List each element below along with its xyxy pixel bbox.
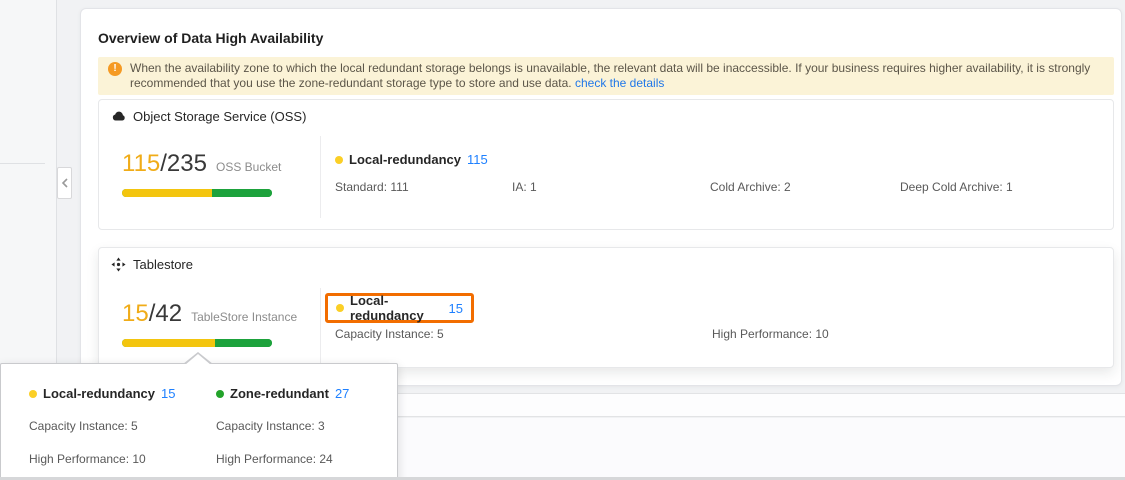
tooltip-local-capacity: Capacity Instance: 5 [29,419,138,433]
tooltip-zone-label: Zone-redundant [230,386,329,401]
sidebar-divider [0,163,45,164]
oss-detail-cold-archive: Cold Archive: 2 [710,180,791,194]
tablestore-nodes-icon [111,257,126,272]
oss-usage-block[interactable]: 115/235 OSS Bucket [122,150,281,197]
tooltip-zone-value: 27 [335,386,349,401]
sidebar-collapse-button[interactable] [57,167,72,199]
tablestore-header: Tablestore [99,248,1113,272]
yellow-dot-icon [336,304,344,312]
tablestore-card: Tablestore 15/42 TableStore Instance Loca… [98,247,1114,368]
tablestore-progress-local-segment [122,339,215,347]
warning-banner: ! When the availability zone to which th… [98,57,1114,95]
tooltip-local-label: Local-redundancy [43,386,155,401]
oss-detail-ia: IA: 1 [512,180,537,194]
oss-count-total: /235 [160,150,207,177]
tooltip-zone-capacity: Capacity Instance: 3 [216,419,325,433]
page-title: Overview of Data High Availability [98,30,323,46]
oss-progress-zone-segment [212,189,272,197]
oss-progress-local-segment [122,189,212,197]
oss-progress-bar[interactable] [122,189,272,197]
tablestore-detail-capacity: Capacity Instance: 5 [335,327,444,341]
oss-card: Object Storage Service (OSS) 115/235 OSS … [98,99,1114,230]
tablestore-redundancy-value: 15 [449,301,463,316]
tablestore-progress-zone-segment [215,339,272,347]
oss-count-current: 115 [122,150,160,177]
oss-local-redundancy: Local-redundancy 115 [335,152,488,167]
cloud-icon [111,109,126,124]
tablestore-usage-block[interactable]: 15/42 TableStore Instance [122,300,297,347]
tablestore-count-current: 15 [122,300,149,327]
oss-count-unit: OSS Bucket [216,160,281,174]
tooltip-local-redundancy: Local-redundancy 15 [29,386,175,401]
check-details-link[interactable]: check the details [575,76,664,90]
oss-title: Object Storage Service (OSS) [133,109,306,124]
tooltip-zone-high-performance: High Performance: 24 [216,452,333,466]
oss-redundancy-value: 115 [467,152,488,167]
tablestore-detail-high-performance: High Performance: 10 [712,327,829,341]
tablestore-vertical-divider [320,288,321,364]
chevron-left-icon [60,177,70,189]
tablestore-local-redundancy-highlight[interactable]: Local-redundancy 15 [325,293,474,323]
oss-detail-deep-cold-archive: Deep Cold Archive: 1 [900,180,1013,194]
tooltip-zone-redundant: Zone-redundant 27 [216,386,349,401]
tooltip-local-high-performance: High Performance: 10 [29,452,146,466]
oss-vertical-divider [320,136,321,218]
oss-redundancy-label: Local-redundancy [349,152,461,167]
tablestore-count: 15/42 TableStore Instance [122,300,297,328]
warning-icon: ! [108,62,122,76]
tablestore-title: Tablestore [133,257,193,272]
page: Overview of Data High Availability ! Whe… [0,0,1125,480]
oss-detail-standard: Standard: 111 [335,180,409,194]
tablestore-redundancy-label: Local-redundancy [350,293,443,323]
oss-header: Object Storage Service (OSS) [99,100,1113,124]
tablestore-count-unit: TableStore Instance [191,310,297,324]
tablestore-progress-bar[interactable] [122,339,272,347]
tooltip-arrow-fill [185,354,211,365]
data-high-availability-panel: Overview of Data High Availability ! Whe… [80,8,1122,386]
yellow-dot-icon [335,156,343,164]
tooltip-local-value: 15 [161,386,175,401]
redundancy-tooltip: Local-redundancy 15 Capacity Instance: 5… [0,363,398,480]
yellow-dot-icon [29,390,37,398]
green-dot-icon [216,390,224,398]
warning-text: When the availability zone to which the … [130,61,1104,91]
oss-count: 115/235 OSS Bucket [122,150,281,178]
tablestore-count-total: /42 [149,300,182,327]
